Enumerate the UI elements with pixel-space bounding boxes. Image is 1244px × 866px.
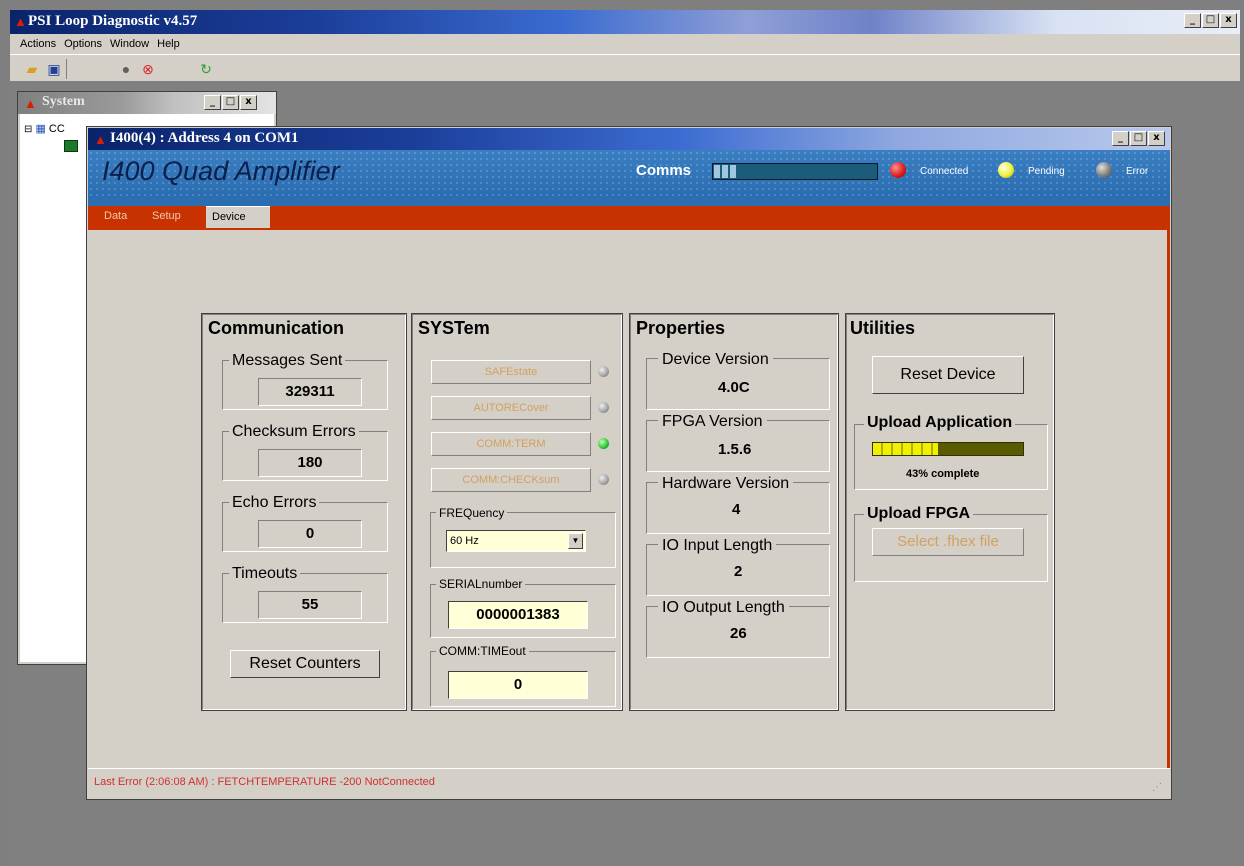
- device-version-label: Device Version: [658, 351, 773, 369]
- system-panel-title: SYSTem: [418, 318, 490, 338]
- menubar: Actions Options Window Help: [10, 34, 1240, 54]
- comm-term-led: [598, 438, 609, 449]
- communication-title: Communication: [208, 318, 345, 338]
- io-input-value: 2: [734, 563, 743, 580]
- frequency-label: FREQuency: [436, 506, 508, 520]
- minimize-button[interactable]: _: [1112, 131, 1129, 146]
- toolbar: ▰ ▣ ● ⊗ ↻: [10, 54, 1240, 82]
- device-heading: I400 Quad Amplifier: [102, 156, 340, 186]
- close-button[interactable]: x: [1148, 131, 1165, 146]
- autorecover-button[interactable]: AUTORECover: [431, 396, 591, 420]
- menu-actions[interactable]: Actions: [20, 38, 56, 50]
- device-window-title: I400(4) : Address 4 on COM1: [110, 130, 299, 146]
- minimize-button[interactable]: _: [1184, 13, 1201, 28]
- comm-checksum-led: [598, 474, 609, 485]
- upload-progress-text: 43% complete: [906, 468, 980, 480]
- upload-fpga-label: Upload FPGA: [864, 505, 974, 523]
- messages-sent-value: 329311: [258, 378, 362, 406]
- device-window-controls: _ □ x: [1112, 131, 1165, 146]
- frequency-selected-value: 60 Hz: [450, 535, 479, 547]
- timeouts-label: Timeouts: [229, 565, 301, 583]
- select-fhex-file-button[interactable]: Select .fhex file: [872, 528, 1024, 556]
- comms-progress-fill: [714, 165, 738, 178]
- close-button[interactable]: x: [1220, 13, 1237, 28]
- upload-progress-fill: [873, 443, 938, 455]
- tab-device[interactable]: Device: [206, 206, 270, 228]
- device-window-icon: ▲: [94, 132, 107, 147]
- stop-icon[interactable]: ●: [118, 61, 134, 77]
- cancel-icon[interactable]: ⊗: [140, 61, 156, 77]
- system-window-controls: _ □ x: [204, 95, 257, 110]
- last-error-text: Last Error (2:06:08 AM) : FETCHTEMPERATU…: [94, 776, 435, 788]
- autorecover-led: [598, 402, 609, 413]
- messages-sent-label: Messages Sent: [229, 352, 346, 370]
- serial-label: SERIALnumber: [436, 577, 526, 591]
- pending-label: Pending: [1028, 166, 1065, 177]
- safestate-led: [598, 366, 609, 377]
- comms-label: Comms: [636, 162, 692, 179]
- menu-help[interactable]: Help: [157, 38, 180, 50]
- timeouts-value: 55: [258, 591, 362, 619]
- io-output-value: 26: [730, 625, 747, 642]
- comm-checksum-button[interactable]: COMM:CHECKsum: [431, 468, 591, 492]
- connected-led: [890, 162, 906, 178]
- close-button[interactable]: x: [240, 95, 257, 110]
- comm-term-button[interactable]: COMM:TERM: [431, 432, 591, 456]
- minimize-button[interactable]: _: [204, 95, 221, 110]
- tree-node-label: CC: [48, 123, 65, 135]
- upload-application-label: Upload Application: [864, 414, 1016, 432]
- app-title: PSI Loop Diagnostic v4.57: [28, 13, 198, 29]
- tab-setup[interactable]: Setup: [146, 206, 187, 228]
- pending-led: [998, 162, 1014, 178]
- maximize-button[interactable]: □: [1202, 13, 1219, 28]
- fpga-version-label: FPGA Version: [658, 413, 767, 431]
- tree-node[interactable]: ⊟ ▦ CC: [24, 122, 65, 135]
- comm-timeout-field[interactable]: 0: [448, 671, 588, 699]
- comm-timeout-label: COMM:TIMEout: [436, 644, 529, 658]
- system-window-title: System: [42, 94, 85, 109]
- fpga-version-value: 1.5.6: [718, 441, 752, 458]
- reset-counters-button[interactable]: Reset Counters: [230, 650, 380, 678]
- checksum-errors-label: Checksum Errors: [229, 423, 359, 441]
- device-node-icon[interactable]: [64, 140, 78, 152]
- io-input-label: IO Input Length: [658, 537, 777, 555]
- hardware-version-value: 4: [732, 501, 741, 518]
- device-version-value: 4.0C: [718, 379, 750, 396]
- app-window-controls: _ □ x: [1184, 13, 1237, 28]
- error-led: [1096, 162, 1112, 178]
- properties-title: Properties: [636, 318, 726, 338]
- frequency-select[interactable]: 60 Hz: [446, 530, 586, 552]
- connected-label: Connected: [920, 166, 969, 177]
- serial-number-field[interactable]: 0000001383: [448, 601, 588, 629]
- upload-application-group: [854, 424, 1048, 490]
- chevron-down-icon[interactable]: ▼: [568, 533, 583, 549]
- refresh-icon[interactable]: ↻: [198, 61, 214, 77]
- computer-icon: ▦: [35, 123, 46, 135]
- tab-data[interactable]: Data: [98, 206, 133, 228]
- echo-errors-label: Echo Errors: [229, 494, 320, 512]
- menu-window[interactable]: Window: [110, 38, 149, 50]
- resize-grip-icon[interactable]: ⋰: [1152, 782, 1162, 793]
- app-logo-icon: ▲: [14, 14, 27, 29]
- open-folder-icon[interactable]: ▰: [24, 61, 40, 77]
- echo-errors-value: 0: [258, 520, 362, 548]
- safestate-button[interactable]: SAFEstate: [431, 360, 591, 384]
- menu-options[interactable]: Options: [64, 38, 102, 50]
- hardware-version-label: Hardware Version: [658, 475, 794, 493]
- io-output-label: IO Output Length: [658, 599, 789, 617]
- maximize-button[interactable]: □: [1130, 131, 1147, 146]
- utilities-title: Utilities: [850, 318, 916, 338]
- save-icon[interactable]: ▣: [46, 61, 62, 77]
- error-label: Error: [1126, 166, 1149, 177]
- tree-expand-icon[interactable]: ⊟: [24, 124, 32, 135]
- toolbar-separator: [66, 59, 67, 79]
- maximize-button[interactable]: □: [222, 95, 239, 110]
- reset-device-button[interactable]: Reset Device: [872, 356, 1024, 394]
- system-window-icon: ▲: [24, 96, 37, 111]
- checksum-errors-value: 180: [258, 449, 362, 477]
